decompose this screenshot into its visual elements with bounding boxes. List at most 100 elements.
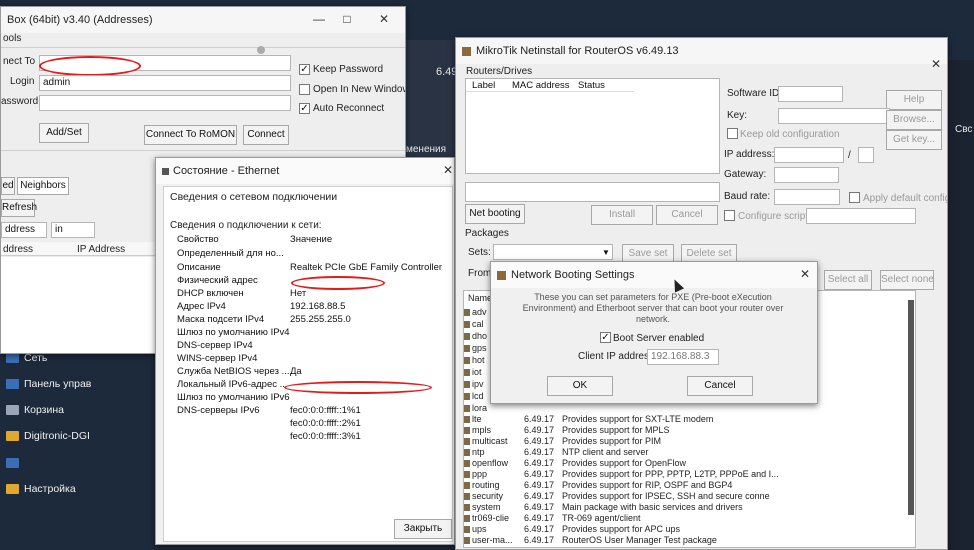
tab-neighbors[interactable]: Neighbors — [17, 177, 69, 195]
scrollbar[interactable] — [908, 300, 914, 515]
package-icon — [464, 381, 470, 388]
sets-select[interactable] — [493, 244, 613, 260]
desktop-item-control-panel[interactable]: Панель управ — [6, 378, 91, 390]
connect-romon-button[interactable]: Connect To RoMON — [144, 125, 237, 145]
desktop-item-recycle-bin[interactable]: Корзина — [6, 404, 64, 416]
table-header: Label MAC address Status — [466, 79, 634, 92]
key-input[interactable] — [778, 108, 890, 124]
app-icon — [462, 46, 471, 56]
refresh-button[interactable]: Refresh — [1, 199, 37, 217]
slider-handle[interactable] — [257, 46, 265, 54]
control-panel-icon — [6, 379, 19, 389]
client-ip-input[interactable]: 192.168.88.3 — [647, 349, 719, 365]
maximize-icon[interactable]: □ — [339, 11, 355, 27]
boot-server-checkbox[interactable]: ✓ — [600, 332, 611, 343]
routers-info-field — [465, 182, 720, 202]
network-booting-dialog: Network Booting Settings ✕ These you can… — [490, 261, 818, 404]
table-header: Свойство Значение — [172, 234, 448, 246]
package-icon — [464, 449, 470, 456]
gateway-input[interactable] — [774, 167, 839, 183]
desktop-item-folder-digitronic[interactable]: Digitronic-DGI — [6, 430, 90, 442]
bg-menu-text: менения — [406, 144, 447, 155]
table-row: Описание Realtek PCIe GbE Family Controll… — [177, 262, 443, 273]
menu-tools[interactable]: ools — [3, 33, 21, 44]
table-row: Адрес IPv4 192.168.88.5 — [177, 301, 346, 312]
add-set-button[interactable]: Add/Set — [39, 123, 89, 143]
package-icon — [464, 321, 470, 328]
apply-default-config-label: Apply default config — [863, 193, 948, 204]
close-icon[interactable]: ✕ — [797, 266, 813, 282]
get-key-button[interactable]: Get key... — [886, 130, 942, 150]
column-name[interactable]: Name — [468, 293, 492, 303]
ethernet-titlebar: Состояние - Ethernet — [156, 158, 454, 184]
package-icon — [464, 369, 470, 376]
software-id-label: Software ID: — [727, 88, 783, 99]
divider — [1, 47, 405, 48]
tab-managed[interactable]: ed — [1, 177, 15, 195]
sets-label: Sets: — [468, 247, 491, 258]
chevron-down-icon[interactable]: ▼ — [602, 248, 610, 257]
cancel-button[interactable]: Cancel — [687, 376, 753, 396]
routers-drives-label: Routers/Drives — [466, 66, 533, 77]
help-button[interactable]: Help — [886, 90, 942, 110]
select-none-button[interactable]: Select none — [880, 270, 934, 290]
package-icon — [464, 515, 470, 522]
password-input[interactable] — [39, 95, 291, 111]
keep-old-config-checkbox[interactable] — [727, 128, 738, 139]
apply-default-config-checkbox[interactable] — [849, 192, 860, 203]
recycle-bin-icon — [6, 405, 19, 415]
select-all-button[interactable]: Select all — [824, 270, 872, 290]
install-button[interactable]: Install — [591, 205, 653, 225]
netmask-input[interactable] — [858, 147, 874, 163]
ip-address-input[interactable] — [774, 147, 844, 163]
cancel-button[interactable]: Cancel — [656, 205, 718, 225]
filter-op-select[interactable]: in — [51, 222, 95, 238]
open-new-window-checkbox[interactable] — [299, 84, 310, 95]
redaction-mark — [291, 276, 385, 290]
window-title: Состояние - Ethernet — [173, 165, 280, 177]
window-title: Box (64bit) v3.40 (Addresses) — [7, 14, 153, 26]
desktop-item-app[interactable] — [6, 458, 19, 468]
auto-reconnect-label: Auto Reconnect — [313, 103, 385, 114]
baud-rate-select[interactable] — [774, 189, 840, 205]
network-icon — [6, 353, 19, 363]
table-row: fec0:0:0:ffff::2%1 — [290, 418, 361, 429]
column-value: Значение — [290, 234, 333, 245]
column-mac[interactable]: MAC address — [512, 80, 570, 91]
desktop-item-folder-settings[interactable]: Настройка — [6, 483, 76, 495]
desktop-item-label: Корзина — [24, 404, 64, 416]
browse-button[interactable]: Browse... — [886, 110, 942, 130]
details-header: Сведения о сетевом подключении — [170, 191, 338, 203]
package-icon — [464, 482, 470, 489]
window-title: Network Booting Settings — [511, 269, 635, 281]
keep-password-checkbox[interactable]: ✓ — [299, 64, 310, 75]
login-input[interactable]: admin — [39, 75, 291, 91]
minimize-icon[interactable]: — — [311, 11, 327, 27]
close-icon[interactable]: ✕ — [376, 11, 392, 27]
software-id-input[interactable] — [778, 86, 843, 102]
package-icon — [464, 460, 470, 467]
close-button[interactable]: Закрыть — [394, 519, 452, 539]
package-icon — [464, 438, 470, 445]
key-label: Key: — [727, 110, 748, 121]
column-status[interactable]: Status — [578, 80, 605, 91]
filter-field-select[interactable]: ddress — [1, 222, 47, 238]
details-table: Свойство Значение Определенный для но...… — [172, 234, 448, 456]
routers-list[interactable]: Label MAC address Status — [465, 78, 720, 174]
boot-server-label: Boot Server enabled — [613, 333, 705, 344]
open-new-window-label: Open In New Window — [313, 84, 406, 95]
column-label[interactable]: Label — [472, 80, 495, 91]
package-icon — [464, 504, 470, 511]
connect-button[interactable]: Connect — [243, 125, 289, 145]
configure-script-input[interactable] — [806, 208, 916, 224]
configure-script-checkbox[interactable] — [724, 210, 735, 221]
close-icon[interactable]: ✕ — [440, 162, 454, 178]
column-ip-address[interactable]: IP Address — [77, 244, 125, 255]
table-row: DHCP включен Нет — [177, 288, 307, 299]
close-icon[interactable]: ✕ — [928, 56, 944, 72]
column-address[interactable]: ddress — [3, 244, 33, 255]
package-icon — [464, 345, 470, 352]
net-booting-button[interactable]: Net booting — [465, 204, 525, 224]
auto-reconnect-checkbox[interactable]: ✓ — [299, 103, 310, 114]
ok-button[interactable]: OK — [547, 376, 613, 396]
